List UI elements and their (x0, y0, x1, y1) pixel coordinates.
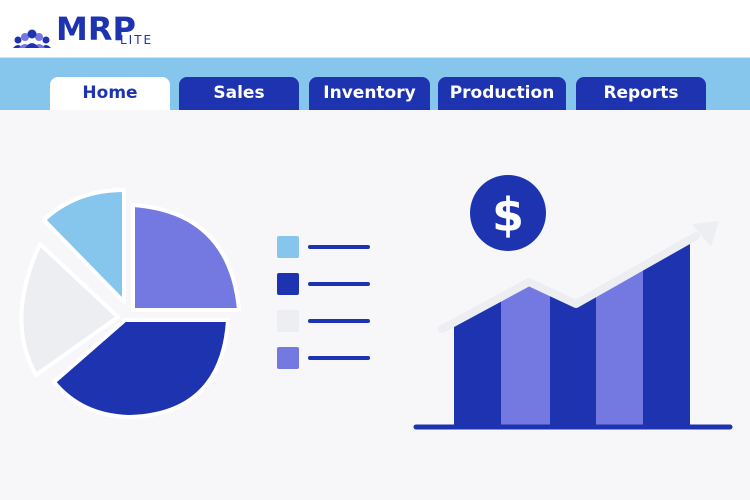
main-tab-bar: Home Sales Inventory Production Reports (0, 58, 750, 110)
legend-swatch (277, 236, 299, 258)
dashboard-illustration: $ (19, 175, 733, 430)
legend-swatch (277, 347, 299, 369)
growth-bar-1 (501, 280, 550, 426)
app-header: MRP LITE (0, 0, 750, 58)
tab-home[interactable]: Home (50, 77, 170, 110)
legend-swatch (277, 273, 299, 295)
pie-slice-lavender (131, 203, 241, 312)
growth-chart-icon (413, 221, 733, 430)
app-logo[interactable]: MRP LITE (10, 6, 170, 52)
dollar-symbol: $ (492, 188, 524, 242)
pie-chart-icon (19, 188, 241, 419)
tab-inventory[interactable]: Inventory (309, 77, 430, 110)
logo-subtitle: LITE (120, 33, 154, 47)
legend-swatch (277, 310, 299, 332)
legend (277, 236, 370, 369)
people-group-icon (13, 29, 51, 48)
growth-area (454, 238, 690, 426)
tab-sales[interactable]: Sales (179, 77, 299, 110)
dollar-icon: $ (470, 175, 546, 251)
tab-reports[interactable]: Reports (576, 77, 706, 110)
dashboard-content: $ (0, 110, 750, 500)
tab-production[interactable]: Production (438, 77, 566, 110)
